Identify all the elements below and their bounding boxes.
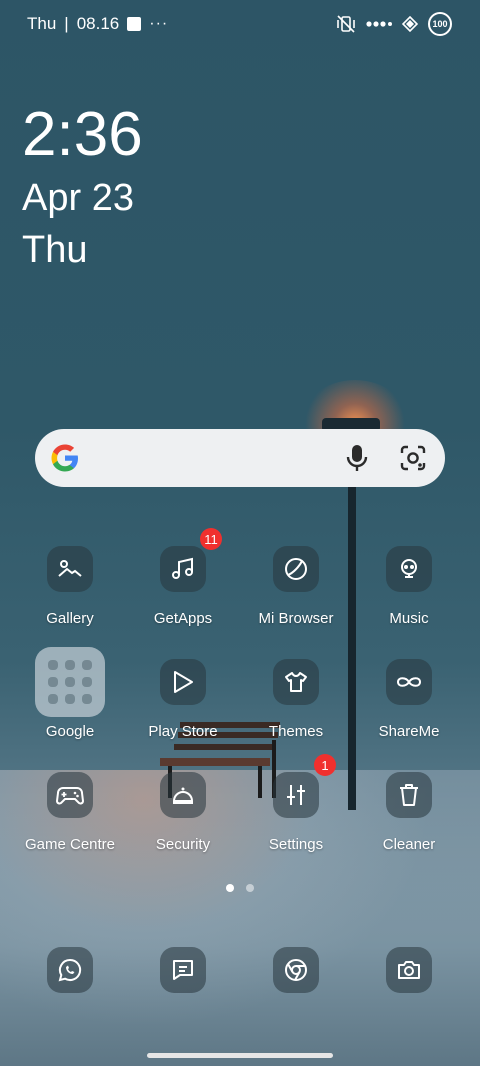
google-search-bar[interactable]: [35, 429, 445, 487]
gallery-icon: [47, 546, 93, 592]
play-store-icon: [160, 659, 206, 705]
google-g-icon: [51, 444, 78, 472]
settings-icon: [273, 772, 319, 818]
status-bar: Thu | 08.16 ··· 100: [0, 0, 480, 48]
app-settings[interactable]: 1 Settings: [248, 754, 344, 853]
music-icon: [386, 546, 432, 592]
app-cleaner[interactable]: Cleaner: [361, 772, 457, 853]
clock-day: Thu: [22, 229, 88, 271]
data-icon: [402, 16, 418, 32]
chrome-icon[interactable]: [273, 947, 319, 993]
whatsapp-icon[interactable]: [47, 947, 93, 993]
camera-icon[interactable]: [386, 947, 432, 993]
shareme-icon: [386, 659, 432, 705]
app-music[interactable]: Music: [361, 546, 457, 627]
wallpaper-lamp-post: [348, 430, 356, 810]
getapps-icon: [160, 546, 206, 592]
battery-icon: 100: [428, 12, 452, 36]
home-gesture-bar[interactable]: [147, 1053, 333, 1058]
gamepad-icon: [47, 772, 93, 818]
lens-icon[interactable]: [399, 444, 427, 472]
page-indicator[interactable]: [0, 884, 480, 892]
clock-widget[interactable]: 2:36 Apr 23 Thu: [22, 100, 143, 274]
status-day: Thu: [27, 14, 57, 33]
browser-icon: [273, 546, 319, 592]
notification-badge: 11: [200, 528, 222, 550]
mic-icon[interactable]: [343, 443, 371, 473]
clock-time: 2:36: [22, 100, 143, 169]
app-themes[interactable]: Themes: [248, 659, 344, 740]
themes-icon: [273, 659, 319, 705]
page-dot-active[interactable]: [226, 884, 234, 892]
app-play-store[interactable]: Play Store: [135, 659, 231, 740]
vibrate-off-icon: [337, 15, 355, 33]
app-shareme[interactable]: ShareMe: [361, 659, 457, 740]
messages-icon[interactable]: [160, 947, 206, 993]
app-getapps[interactable]: 11 GetApps: [135, 528, 231, 627]
notification-badge: 1: [314, 754, 336, 776]
page-dot[interactable]: [246, 884, 254, 892]
app-mi-browser[interactable]: Mi Browser: [248, 546, 344, 627]
security-icon: [160, 772, 206, 818]
notification-square-icon: [127, 17, 142, 31]
signal-icon: [366, 21, 392, 27]
more-notifications-icon: ···: [149, 15, 169, 32]
app-game-centre[interactable]: Game Centre: [22, 772, 118, 853]
status-time: 08.16: [76, 14, 120, 33]
app-gallery[interactable]: Gallery: [22, 546, 118, 627]
folder-icon: [35, 647, 105, 717]
app-folder-google[interactable]: Google: [22, 647, 118, 740]
clock-date: Apr 23: [22, 177, 134, 219]
cleaner-icon: [386, 772, 432, 818]
app-security[interactable]: Security: [135, 772, 231, 853]
